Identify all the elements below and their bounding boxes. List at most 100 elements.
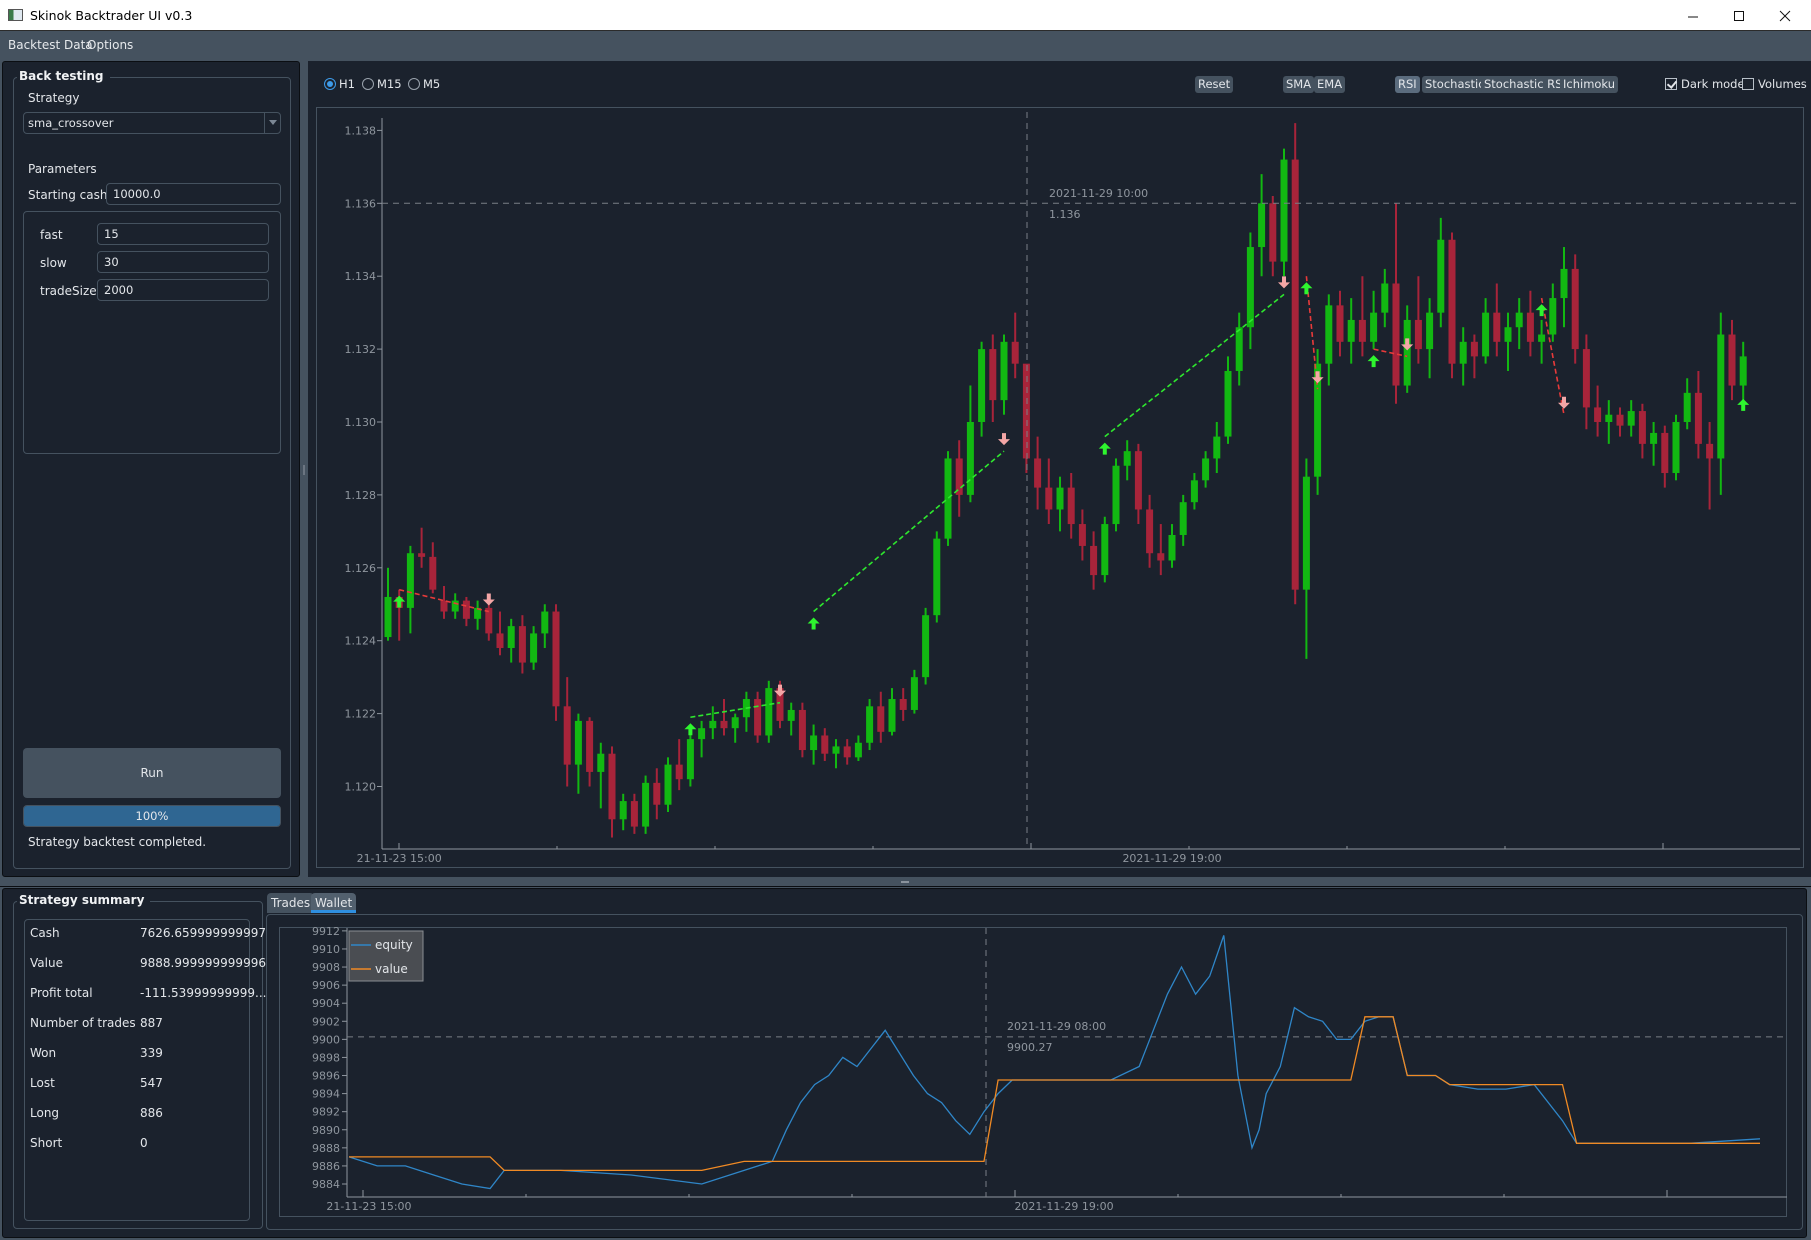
summary-value: 7626.659999999997 [140,926,266,940]
candle-body [1414,319,1422,350]
candle-body [653,782,661,805]
summary-label: Cash [30,926,60,940]
summary-value: 339 [140,1046,163,1060]
price-y-tick-label: 1.138 [345,124,377,137]
summary-label: Lost [30,1076,55,1090]
candle-body [888,699,896,732]
candle-body [1056,487,1064,510]
price-y-tick-label: 1.130 [345,416,377,429]
buy-arrow-icon [1300,282,1313,295]
candle-body [686,739,694,780]
price-y-tick-label: 1.128 [345,489,377,502]
candle-body [574,720,582,765]
candle-body [1246,247,1254,328]
candle-body [1381,283,1389,313]
candle-body [1470,341,1478,357]
candle-body [1280,159,1288,262]
candle-body [910,677,918,710]
candle-body [440,600,448,612]
candle-body [541,611,549,634]
candle-body [1213,436,1221,459]
candle-body [496,633,504,648]
candle-body [1448,239,1456,364]
candle-body [1437,239,1445,313]
summary-value: 886 [140,1106,163,1120]
horizontal-splitter[interactable] [0,877,1811,887]
candle-body [1717,334,1725,459]
candle-body [922,615,930,678]
candle-body [406,553,414,608]
price-y-tick-label: 1.120 [345,781,377,794]
candle-body [451,600,459,612]
price-y-tick-label: 1.124 [345,635,377,648]
candle-body [1123,451,1131,466]
candle-body [642,782,650,827]
candle-body [1179,502,1187,535]
candle-body [1168,534,1176,561]
candle-body [1459,341,1467,364]
candle-body [1146,509,1154,554]
candle-body [1202,458,1210,481]
candle-body [832,746,840,754]
candle-body [899,699,907,710]
candle-body [1011,341,1019,364]
candle-body [1403,319,1411,386]
candle-body [1190,480,1198,503]
price-y-tick-label: 1.126 [345,562,377,575]
tab-wallet[interactable]: Wallet [311,893,357,913]
candle-body [720,720,728,729]
candle-body [798,709,806,751]
candle-body [1739,356,1747,386]
candle-body [664,764,672,805]
candle-body [1638,411,1646,444]
candle-body [1650,432,1658,444]
wallet-chart-frame [279,927,1787,1217]
candle-body [1067,487,1075,525]
candle-body [944,458,952,539]
candle-body [1022,363,1030,459]
candle-body [1515,312,1523,328]
candle-body [1728,334,1736,386]
candle-body [563,706,571,765]
summary-label: Profit total [30,986,93,1000]
tab-trades[interactable]: Trades [267,893,315,913]
buy-arrow-icon [1098,442,1111,455]
candle-body [1672,422,1680,474]
price-chart[interactable]: 1.120 1.122 1.124 1.126 1.128 1.130 1.132 1.134… [0,0,1811,880]
candle-body [1224,370,1232,437]
candle-body [675,764,683,780]
candle-body [843,746,851,758]
candle-body [1571,268,1579,350]
summary-value: 887 [140,1016,163,1030]
sell-arrow-icon [1311,371,1324,384]
candle-body [1034,458,1042,488]
candle-body [1134,451,1142,510]
candle-body [418,553,426,557]
candle-body [877,706,885,732]
candle-body [518,626,526,663]
candle-body [630,801,638,827]
summary-label: Long [30,1106,60,1120]
summary-label: Value [30,956,63,970]
candle-body [1549,298,1557,335]
candle-body [462,600,470,619]
candle-body [608,753,616,820]
summary-value: 547 [140,1076,163,1090]
candle-body [552,611,560,707]
splitter-grip-icon [901,881,909,883]
candle-body [1000,341,1008,401]
candle-body [586,720,594,772]
candle-body [1078,524,1086,546]
sell-arrow-icon [1401,338,1414,351]
summary-label: Number of trades [30,1016,136,1030]
buy-arrow-icon [393,595,406,608]
candle-body [1582,349,1590,408]
candle-body [821,735,829,754]
candle-body [1392,283,1400,386]
sell-arrow-icon [998,433,1010,446]
buy-arrow-icon [1737,398,1750,411]
candle-body [1235,327,1243,371]
candle-body [1504,327,1512,342]
candle-body [754,699,762,736]
candle-body [1370,312,1378,342]
